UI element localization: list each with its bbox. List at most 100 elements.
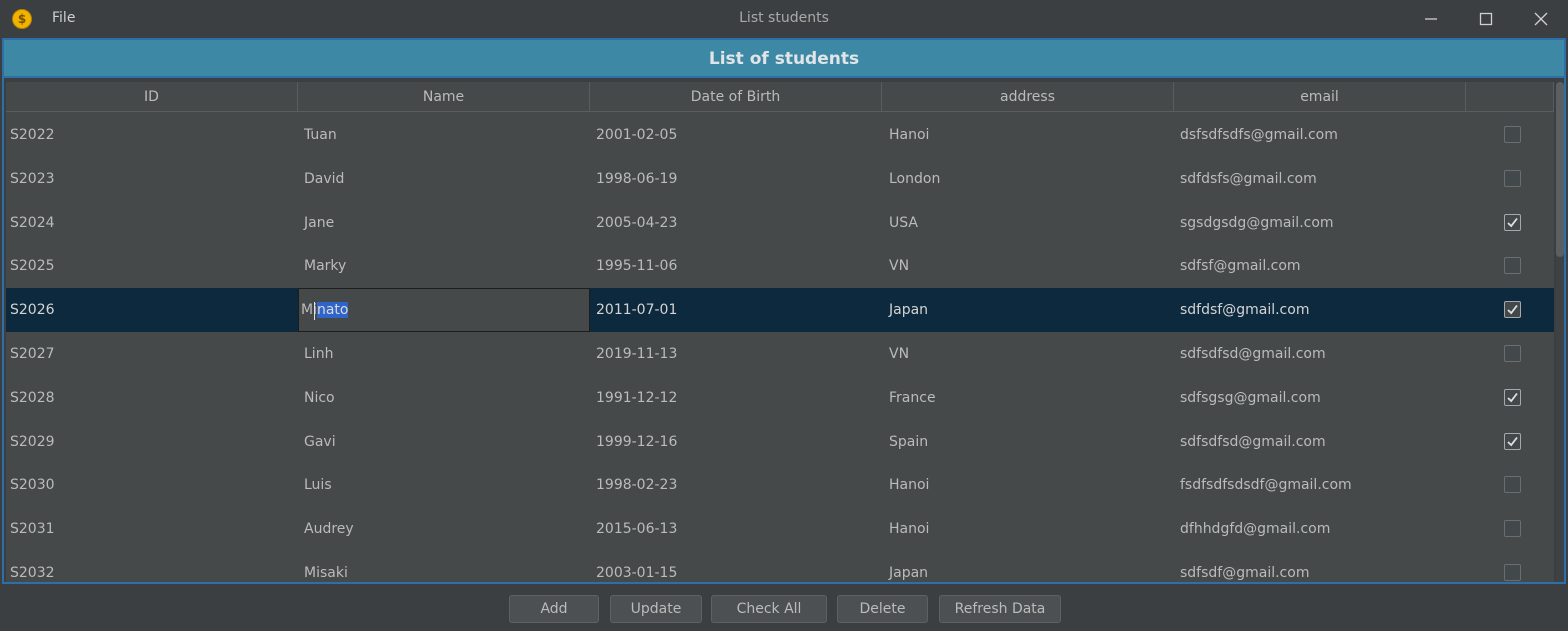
- column-header-name[interactable]: Name: [298, 82, 590, 112]
- cell-address[interactable]: VN: [882, 332, 1174, 376]
- cell-id[interactable]: S2032: [6, 551, 298, 582]
- cell-name[interactable]: Tuan: [298, 113, 590, 157]
- table-row[interactable]: S2026 Minato 2011-07-01 Japan sdfdsf@gmail.c…: [6, 288, 1554, 332]
- text-caret: [314, 302, 315, 320]
- table-row[interactable]: S2028 Nico 1991-12-12 France sdfsgsg@gmail.c…: [6, 376, 1554, 420]
- cell-dob[interactable]: 2001-02-05: [590, 113, 882, 157]
- cell-id[interactable]: S2022: [6, 113, 298, 157]
- header-band: List of students: [4, 40, 1564, 78]
- cell-email[interactable]: sdfsgsg@gmail.com: [1174, 376, 1466, 420]
- table-row[interactable]: S2022 Tuan 2001-02-05 Hanoi dsfsdfsdfs@gmail…: [6, 113, 1554, 157]
- cell-address[interactable]: VN: [882, 244, 1174, 288]
- close-icon: [1534, 12, 1548, 26]
- cell-dob[interactable]: 1998-02-23: [590, 463, 882, 507]
- title-bar: $ File List students: [0, 0, 1568, 38]
- cell-name[interactable]: Audrey: [298, 507, 590, 551]
- cell-name[interactable]: Nico: [298, 376, 590, 420]
- row-checkbox[interactable]: [1504, 214, 1521, 231]
- cell-address[interactable]: Hanoi: [882, 507, 1174, 551]
- cell-id[interactable]: S2027: [6, 332, 298, 376]
- table-row[interactable]: S2027 Linh 2019-11-13 VN sdfsdfsd@gmail.com: [6, 332, 1554, 376]
- cell-address[interactable]: Japan: [882, 551, 1174, 582]
- column-header-id[interactable]: ID: [6, 82, 298, 112]
- cell-dob[interactable]: 2019-11-13: [590, 332, 882, 376]
- refresh-data-button[interactable]: Refresh Data: [939, 595, 1061, 623]
- cell-email[interactable]: sdfsdf@gmail.com: [1174, 551, 1466, 582]
- cell-email[interactable]: sdfdsf@gmail.com: [1174, 288, 1466, 332]
- table-row[interactable]: S2031 Audrey 2015-06-13 Hanoi dfhhdgfd@gmail…: [6, 507, 1554, 551]
- table-row[interactable]: S2024 Jane 2005-04-23 USA sgsdgsdg@gmail.com: [6, 201, 1554, 245]
- cell-email[interactable]: fsdfsdfsdsdf@gmail.com: [1174, 463, 1466, 507]
- close-button[interactable]: [1530, 8, 1552, 30]
- row-checkbox[interactable]: [1504, 520, 1521, 537]
- scrollbar-thumb[interactable]: [1556, 82, 1564, 257]
- table-row[interactable]: S2029 Gavi 1999-12-16 Spain sdfsdfsd@gmail.c…: [6, 420, 1554, 464]
- cell-dob[interactable]: 1991-12-12: [590, 376, 882, 420]
- column-header-dob[interactable]: Date of Birth: [590, 82, 882, 112]
- cell-dob[interactable]: 2003-01-15: [590, 551, 882, 582]
- add-button[interactable]: Add: [509, 595, 599, 623]
- row-checkbox[interactable]: [1504, 433, 1521, 450]
- name-edit-field[interactable]: Minato: [298, 288, 590, 332]
- table-row[interactable]: S2023 David 1998-06-19 London sdfdsfs@gmail.…: [6, 157, 1554, 201]
- cell-email[interactable]: sdfsf@gmail.com: [1174, 244, 1466, 288]
- cell-name[interactable]: Gavi: [298, 420, 590, 464]
- cell-name[interactable]: Linh: [298, 332, 590, 376]
- cell-address[interactable]: Hanoi: [882, 463, 1174, 507]
- row-checkbox[interactable]: [1504, 389, 1521, 406]
- column-header-check[interactable]: [1466, 82, 1554, 112]
- cell-id[interactable]: S2030: [6, 463, 298, 507]
- row-checkbox[interactable]: [1504, 476, 1521, 493]
- cell-name[interactable]: Marky: [298, 244, 590, 288]
- name-edit-text: Minato: [301, 289, 349, 331]
- cell-email[interactable]: sdfsdfsd@gmail.com: [1174, 420, 1466, 464]
- cell-address[interactable]: France: [882, 376, 1174, 420]
- cell-dob[interactable]: 2011-07-01: [590, 288, 882, 332]
- cell-name[interactable]: Jane: [298, 201, 590, 245]
- check-all-button[interactable]: Check All: [711, 595, 827, 623]
- cell-email[interactable]: sdfsdfsd@gmail.com: [1174, 332, 1466, 376]
- row-checkbox[interactable]: [1504, 170, 1521, 187]
- column-header-address[interactable]: address: [882, 82, 1174, 112]
- cell-id[interactable]: S2029: [6, 420, 298, 464]
- delete-button[interactable]: Delete: [837, 595, 928, 623]
- maximize-button[interactable]: [1475, 8, 1497, 30]
- row-checkbox[interactable]: [1504, 345, 1521, 362]
- cell-address[interactable]: Hanoi: [882, 113, 1174, 157]
- cell-id[interactable]: S2024: [6, 201, 298, 245]
- cell-address[interactable]: USA: [882, 201, 1174, 245]
- cell-id[interactable]: S2026: [6, 288, 298, 332]
- minimize-button[interactable]: [1420, 8, 1442, 30]
- cell-email[interactable]: sgsdgsdg@gmail.com: [1174, 201, 1466, 245]
- row-checkbox[interactable]: [1504, 301, 1521, 318]
- cell-id[interactable]: S2031: [6, 507, 298, 551]
- cell-address[interactable]: Japan: [882, 288, 1174, 332]
- cell-dob[interactable]: 1998-06-19: [590, 157, 882, 201]
- row-checkbox[interactable]: [1504, 126, 1521, 143]
- cell-id[interactable]: S2025: [6, 244, 298, 288]
- column-header-email[interactable]: email: [1174, 82, 1466, 112]
- cell-email[interactable]: sdfdsfs@gmail.com: [1174, 157, 1466, 201]
- cell-dob[interactable]: 1999-12-16: [590, 420, 882, 464]
- cell-dob[interactable]: 2015-06-13: [590, 507, 882, 551]
- cell-email[interactable]: dsfsdfsdfs@gmail.com: [1174, 113, 1466, 157]
- row-checkbox[interactable]: [1504, 564, 1521, 581]
- table-row[interactable]: S2032 Misaki 2003-01-15 Japan sdfsdf@gmail.c…: [6, 551, 1554, 582]
- vertical-scrollbar[interactable]: [1556, 82, 1564, 582]
- window-title: List students: [739, 10, 829, 26]
- update-button[interactable]: Update: [610, 595, 702, 623]
- cell-name[interactable]: Luis: [298, 463, 590, 507]
- cell-email[interactable]: dfhhdgfd@gmail.com: [1174, 507, 1466, 551]
- cell-name[interactable]: David: [298, 157, 590, 201]
- cell-address[interactable]: Spain: [882, 420, 1174, 464]
- cell-address[interactable]: London: [882, 157, 1174, 201]
- row-checkbox[interactable]: [1504, 257, 1521, 274]
- cell-id[interactable]: S2023: [6, 157, 298, 201]
- cell-name[interactable]: Misaki: [298, 551, 590, 582]
- table-header: ID Name Date of Birth address email: [6, 82, 1554, 112]
- cell-id[interactable]: S2028: [6, 376, 298, 420]
- table-row[interactable]: S2025 Marky 1995-11-06 VN sdfsf@gmail.com: [6, 244, 1554, 288]
- cell-dob[interactable]: 1995-11-06: [590, 244, 882, 288]
- table-row[interactable]: S2030 Luis 1998-02-23 Hanoi fsdfsdfsdsdf@gma…: [6, 463, 1554, 507]
- cell-dob[interactable]: 2005-04-23: [590, 201, 882, 245]
